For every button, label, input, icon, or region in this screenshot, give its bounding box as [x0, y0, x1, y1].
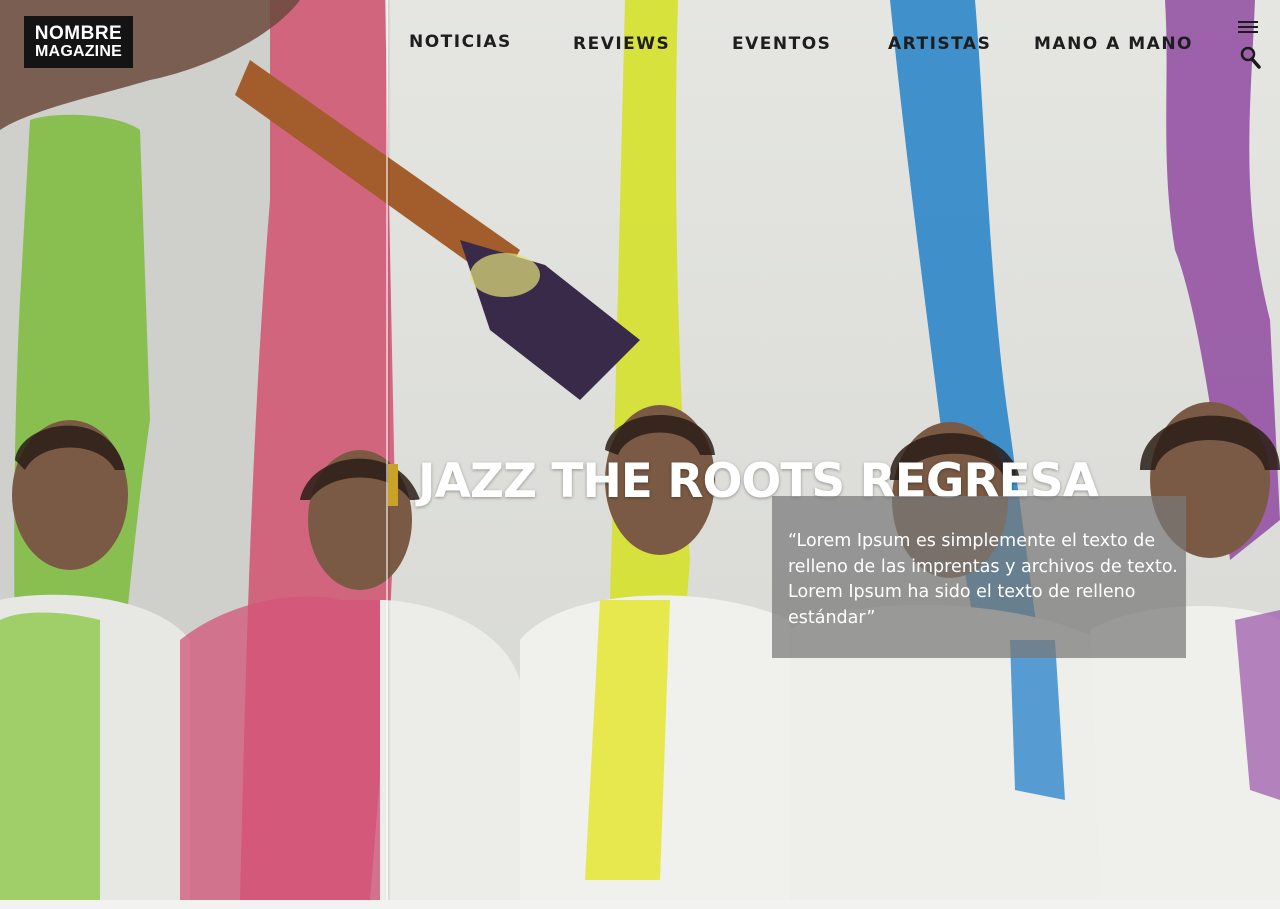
logo-line2: MAGAZINE: [35, 42, 122, 60]
nav-reviews[interactable]: REVIEWS: [573, 34, 670, 54]
search-icon[interactable]: [1240, 46, 1262, 70]
logo-line1: NOMBRE: [34, 22, 123, 44]
site-logo[interactable]: NOMBRE MAGAZINE: [24, 16, 133, 68]
band-photo-illustration: [0, 0, 1280, 900]
nav-artistas[interactable]: ARTISTAS: [888, 34, 991, 54]
nav-noticias[interactable]: NOTICIAS: [409, 32, 512, 52]
hero-image: [0, 0, 1280, 900]
headline-accent-bar: [388, 464, 398, 506]
page-fold-line: [386, 0, 388, 900]
bottom-strip: [0, 900, 1280, 909]
hero-quote: “Lorem Ipsum es simplemente el texto de …: [788, 531, 1178, 628]
nav-mano-a-mano[interactable]: MANO A MANO: [1034, 34, 1193, 54]
hamburger-menu-icon[interactable]: [1238, 21, 1258, 35]
nav-eventos[interactable]: EVENTOS: [732, 34, 831, 54]
